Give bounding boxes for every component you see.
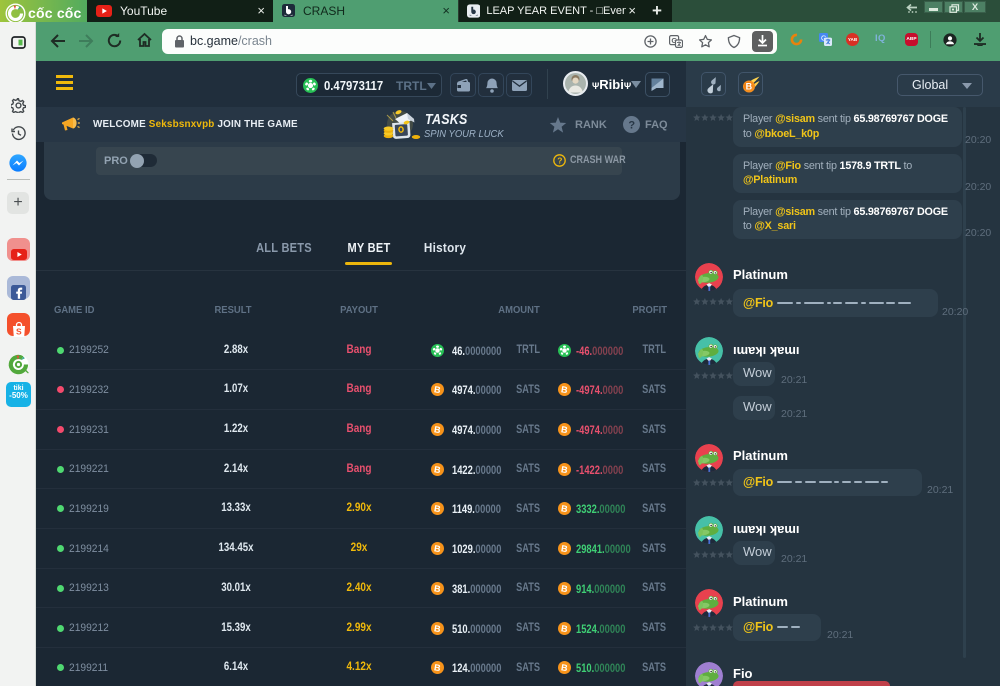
svg-text:?: ? — [557, 156, 562, 166]
svg-text:S: S — [16, 327, 22, 337]
svg-text:?: ? — [628, 120, 635, 132]
